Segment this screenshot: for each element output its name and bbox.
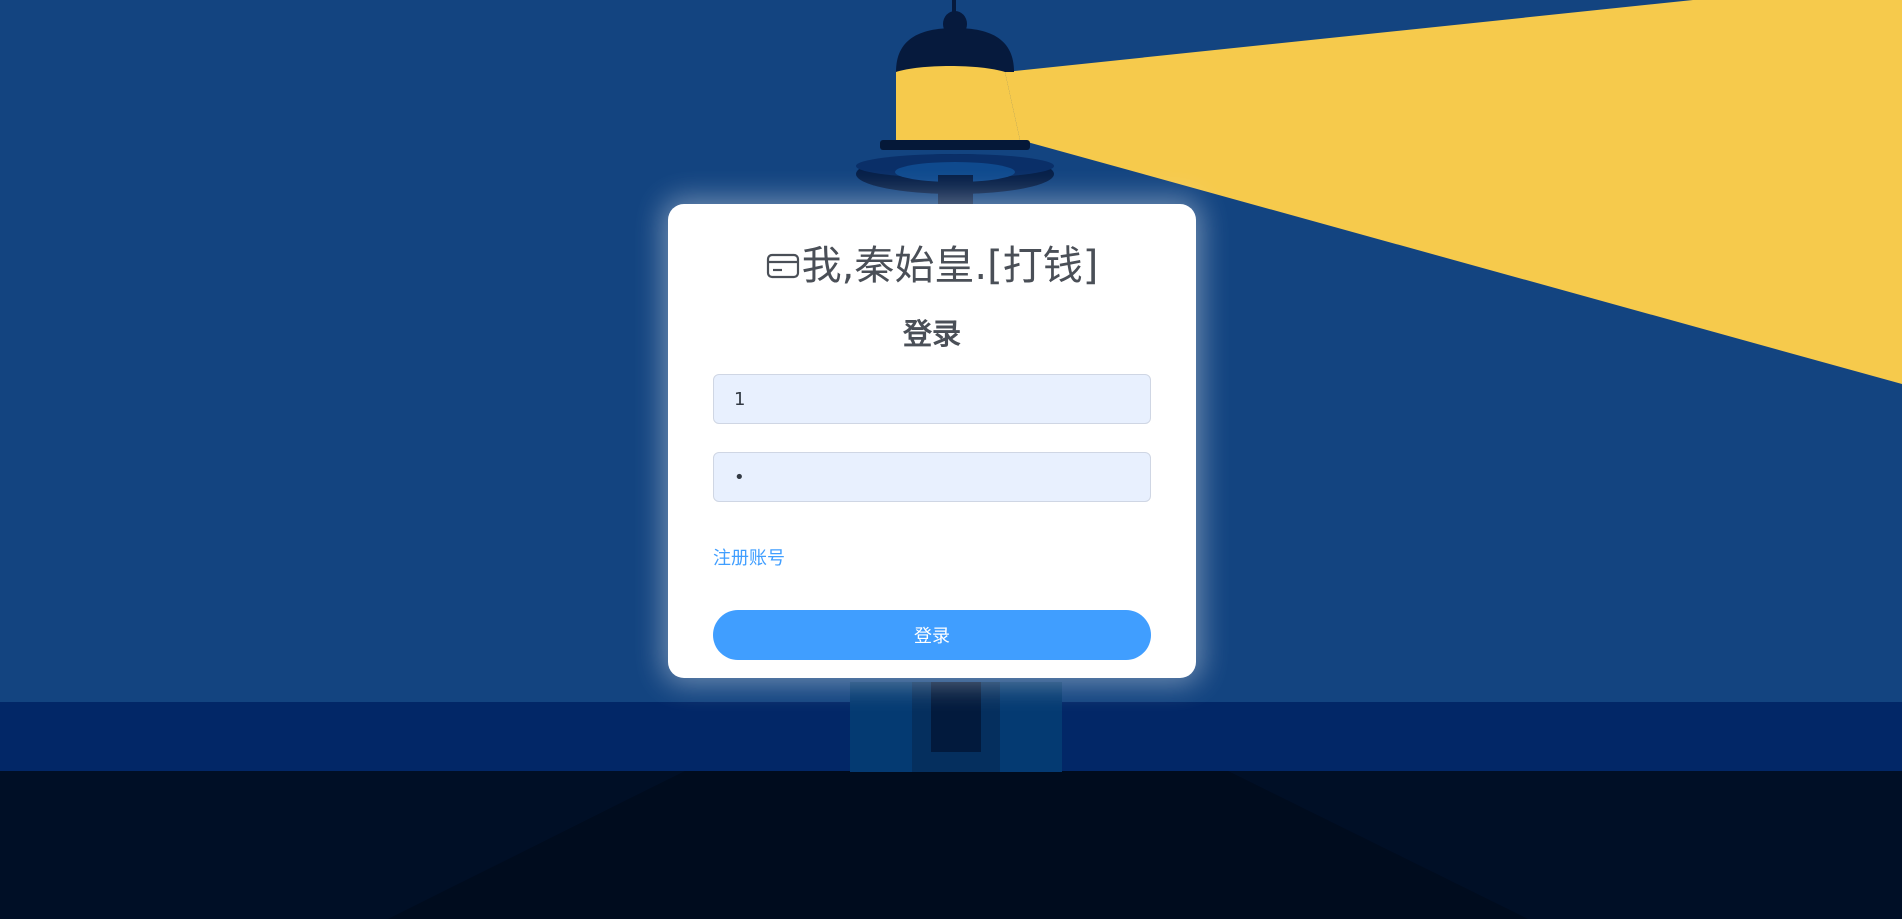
- login-card: 我,秦始皇.[打钱] 登录 1 • 注册账号 登录: [668, 204, 1196, 678]
- login-page: 我,秦始皇.[打钱] 登录 1 • 注册账号 登录: [0, 0, 1902, 919]
- username-input[interactable]: 1: [713, 374, 1151, 424]
- tower-door: [931, 682, 981, 752]
- username-value: 1: [734, 388, 746, 410]
- password-input[interactable]: •: [713, 452, 1151, 502]
- lamp-glass: [896, 66, 1020, 140]
- login-heading: 登录: [902, 317, 961, 351]
- brand-title: 我,秦始皇.[打钱]: [801, 243, 1099, 289]
- brand: 我,秦始皇.[打钱]: [668, 240, 1196, 292]
- tower-window: [938, 175, 973, 205]
- register-link[interactable]: 注册账号: [713, 546, 785, 572]
- credit-card-icon: [766, 249, 800, 283]
- login-button[interactable]: 登录: [713, 610, 1151, 660]
- password-value: •: [734, 466, 745, 488]
- lamp-rim: [880, 140, 1030, 150]
